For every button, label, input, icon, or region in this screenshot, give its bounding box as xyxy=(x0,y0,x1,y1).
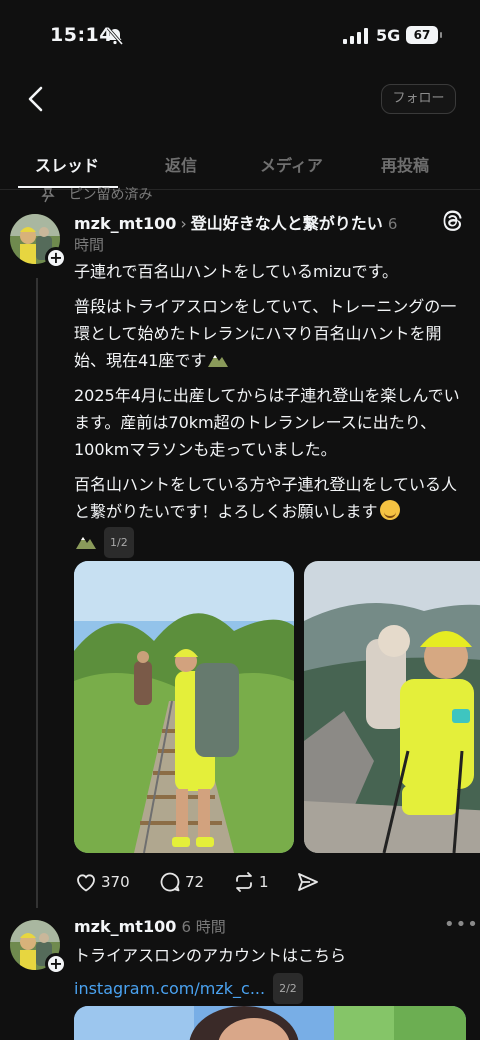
send-icon xyxy=(298,873,318,891)
chevron-right-icon: › xyxy=(180,214,187,233)
back-chevron-icon[interactable] xyxy=(22,84,52,114)
post-body: トライアスロンのアカウントはこちら instagram.com/mzk_c...… xyxy=(74,942,470,1004)
comment-icon xyxy=(160,872,180,892)
post-footer-row: 1/2 xyxy=(74,527,470,558)
mountain-emoji-icon xyxy=(76,537,96,549)
post-paragraph: トライアスロンのアカウントはこちら xyxy=(74,946,347,965)
post-footer-row: instagram.com/mzk_c... 2/2 xyxy=(74,973,470,1004)
more-options-icon[interactable]: ••• xyxy=(444,914,479,935)
reply-count: 72 xyxy=(185,873,205,891)
post-photo-3[interactable] xyxy=(74,1006,466,1040)
threads-logo-icon[interactable] xyxy=(440,208,466,234)
pinned-indicator: ピン留め済み xyxy=(40,184,152,204)
repost-count: 1 xyxy=(259,873,269,891)
post-time: 6 時間 xyxy=(181,918,226,936)
tab-threads[interactable]: スレッド xyxy=(35,152,99,176)
post-paragraph: 百名山ハントをしている方や子連れ登山をしている人と繋がりたいです！よろしくお願い… xyxy=(74,475,458,521)
post-username[interactable]: mzk_mt100 xyxy=(74,917,176,936)
repost-icon xyxy=(236,872,252,892)
follow-button[interactable]: フォロー xyxy=(381,84,456,114)
clock: 15:14 xyxy=(50,24,113,46)
thread-connector-line xyxy=(36,278,38,908)
post-paragraph: 普段はトライアスロンをしていて、トレーニングの一環として始めたトレランにハマり百… xyxy=(74,297,457,370)
post-header: mzk_mt100 6 時間 xyxy=(74,916,226,937)
post-time: 6 xyxy=(387,215,398,233)
post-paragraph: 2025年4月に出産してからは子連れ登山を楽しんでいます。産前は70km超のトレ… xyxy=(74,386,460,459)
tab-media[interactable]: メディア xyxy=(260,152,323,176)
post-paragraph-wrap: 普段はトライアスロンをしていて、トレーニングの一環として始めたトレランにハマり百… xyxy=(74,293,470,374)
network-type: 5G xyxy=(376,26,401,45)
profile-tabs: スレッド 返信 メディア 再投稿 xyxy=(0,140,480,190)
pinned-label: ピン留め済み xyxy=(68,187,153,203)
pin-icon xyxy=(41,188,55,203)
post-username[interactable]: mzk_mt100 xyxy=(74,214,176,233)
repost-button[interactable]: 1 xyxy=(232,868,282,896)
cellular-signal-icon xyxy=(343,28,368,44)
post-time-unit: 時間 xyxy=(74,236,105,254)
post-pager-badge: 1/2 xyxy=(104,527,134,558)
tab-replies[interactable]: 返信 xyxy=(165,152,197,176)
tab-reposts[interactable]: 再投稿 xyxy=(381,152,429,176)
post-body: 子連れで百名山ハントをしているmizuです。 普段はトライアスロンをしていて、ト… xyxy=(74,258,470,558)
post-photo-1[interactable] xyxy=(74,561,294,853)
smile-emoji-icon xyxy=(379,500,400,520)
reply-button[interactable]: 72 xyxy=(158,868,218,896)
bell-slash-icon xyxy=(106,27,124,45)
post-photo-2[interactable] xyxy=(304,561,480,853)
post-pager-badge: 2/2 xyxy=(273,973,303,1004)
like-button[interactable]: 370 xyxy=(74,868,144,896)
battery-indicator: 67 xyxy=(406,26,442,44)
status-bar: 15:14 5G 67 xyxy=(0,0,480,70)
heart-icon xyxy=(77,874,95,892)
post-paragraph: 子連れで百名山ハントをしているmizuです。 xyxy=(74,262,399,281)
profile-link[interactable]: instagram.com/mzk_c... xyxy=(74,979,265,998)
share-button[interactable] xyxy=(296,868,322,896)
like-count: 370 xyxy=(101,873,130,891)
follow-plus-icon[interactable]: + xyxy=(45,953,67,975)
topic-tag[interactable]: 登山好きな人と繋がりたい xyxy=(191,214,383,233)
post-paragraph-wrap: 百名山ハントをしている方や子連れ登山をしている人と繋がりたいです！よろしくお願い… xyxy=(74,471,470,525)
follow-plus-icon[interactable]: + xyxy=(45,247,67,269)
post-header: mzk_mt100 › 登山好きな人と繋がりたい 6 時間 xyxy=(74,210,434,255)
mountain-emoji-icon xyxy=(208,355,229,367)
